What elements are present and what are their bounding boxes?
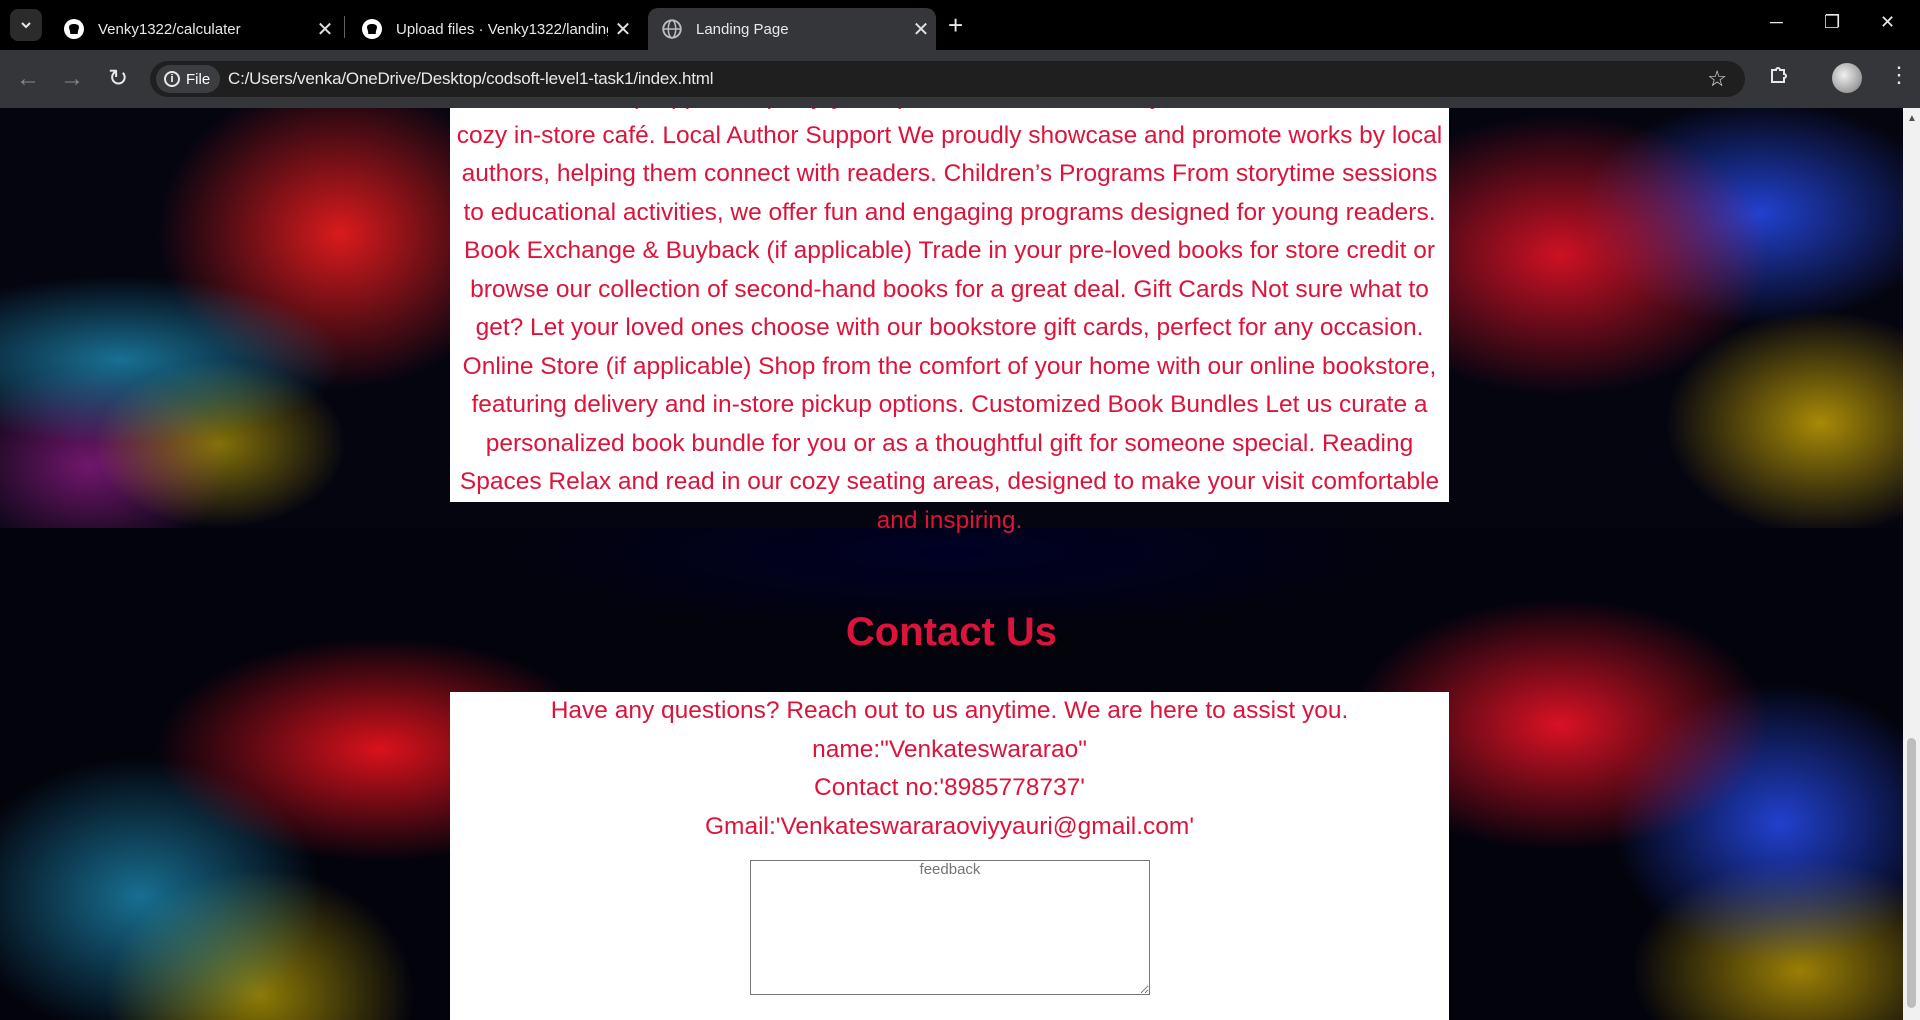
minimize-icon[interactable]: ─ xyxy=(1770,12,1783,33)
services-section: Coffee Corner (if applicable) Enjoy a cu… xyxy=(450,108,1449,534)
scroll-up-arrow-icon[interactable]: ▲ xyxy=(1907,113,1917,124)
browser-toolbar: ← → ↻ i File C:/Users/venka/OneDrive/Des… xyxy=(0,50,1920,108)
tab-search-button[interactable] xyxy=(10,9,42,41)
address-bar[interactable]: i File C:/Users/venka/OneDrive/Desktop/c… xyxy=(150,61,1745,97)
tab-title: Venky1322/calculater xyxy=(98,20,241,38)
reload-button[interactable]: ↻ xyxy=(104,65,132,93)
tab-title: Landing Page xyxy=(696,20,789,38)
scheme-label: File xyxy=(186,70,211,88)
globe-icon xyxy=(662,19,682,39)
page-scrollbar[interactable]: ▲ xyxy=(1903,108,1920,1020)
chevron-down-icon xyxy=(21,22,31,29)
tab-separator xyxy=(344,16,345,38)
tab-title: Upload files · Venky1322/landing xyxy=(396,20,608,38)
github-icon xyxy=(362,19,382,39)
menu-kebab-icon[interactable]: ⋮ xyxy=(1888,62,1910,88)
tab-landing-page[interactable]: Landing Page ✕ xyxy=(648,8,936,50)
contact-name: name:"Venkateswararao" xyxy=(812,735,1087,763)
tab-upload-files[interactable]: Upload files · Venky1322/landing ✕ xyxy=(348,8,638,50)
page-viewport: Coffee Corner (if applicable) Enjoy a cu… xyxy=(0,108,1903,1020)
scrollbar-thumb[interactable] xyxy=(1907,738,1916,1008)
close-icon[interactable]: ✕ xyxy=(906,17,936,42)
tab-calculater[interactable]: Venky1322/calculater ✕ xyxy=(50,8,340,50)
services-text: Coffee Corner (if applicable) Enjoy a cu… xyxy=(456,108,1443,534)
bookmark-star-icon[interactable]: ☆ xyxy=(1707,66,1727,92)
forward-button[interactable]: → xyxy=(58,65,86,93)
back-button[interactable]: ← xyxy=(14,65,42,93)
new-tab-button[interactable]: + xyxy=(948,12,963,38)
url-text[interactable]: C:/Users/venka/OneDrive/Desktop/codsoft-… xyxy=(228,69,714,89)
contact-title: Contact Us xyxy=(845,610,1058,654)
site-info-chip[interactable]: i File xyxy=(156,65,221,93)
restore-icon[interactable]: ❐ xyxy=(1824,12,1840,33)
close-icon[interactable]: ✕ xyxy=(310,17,340,42)
contact-gmail: Gmail:'Venkateswararaoviyyauri@gmail.com… xyxy=(704,812,1194,840)
contact-intro: Have any questions? Reach out to us anyt… xyxy=(550,697,1349,724)
contact-phone: Contact no:'8985778737' xyxy=(814,774,1085,801)
profile-avatar[interactable] xyxy=(1832,63,1862,93)
info-icon: i xyxy=(164,71,180,87)
tab-strip: Venky1322/calculater ✕ Upload files · Ve… xyxy=(0,0,1920,50)
contact-section: Have any questions? Reach out to us anyt… xyxy=(450,692,1449,1020)
github-icon xyxy=(64,19,84,39)
window-close-icon[interactable]: ✕ xyxy=(1880,12,1895,33)
feedback-textarea[interactable] xyxy=(750,860,1150,995)
close-icon[interactable]: ✕ xyxy=(608,17,638,42)
extensions-puzzle-icon[interactable] xyxy=(1768,64,1790,92)
